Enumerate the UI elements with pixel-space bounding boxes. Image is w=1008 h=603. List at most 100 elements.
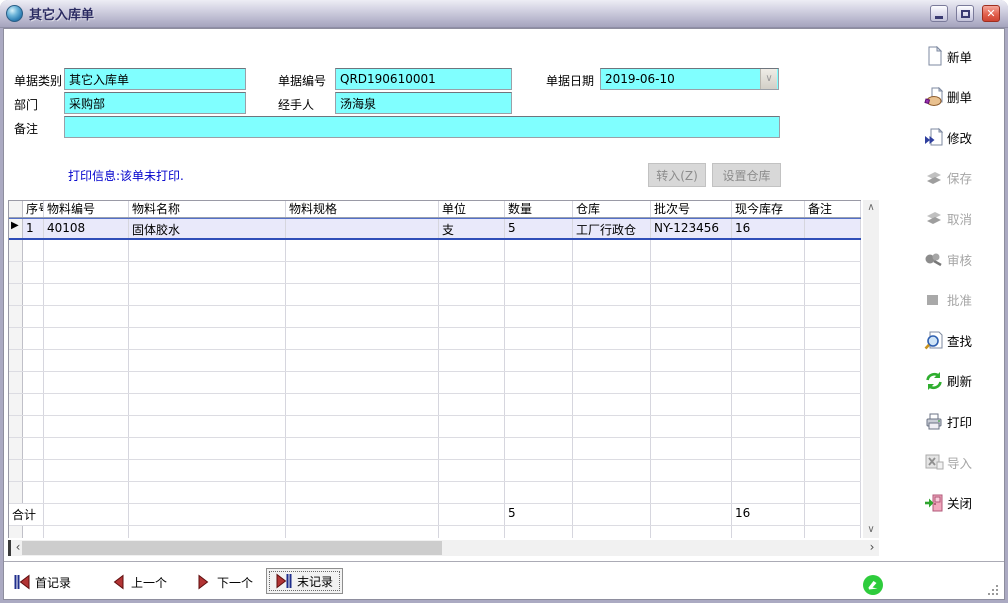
next-record-button[interactable]: 下一个	[196, 572, 253, 592]
close-button[interactable]: ✕	[982, 5, 1000, 22]
empty-table-row[interactable]	[9, 328, 861, 350]
total-label: 合计	[9, 504, 44, 525]
table-cell	[439, 262, 505, 283]
sidebar-button-delete[interactable]: 删单	[924, 83, 1004, 111]
remark-field[interactable]	[64, 116, 780, 138]
table-cell	[651, 394, 732, 415]
column-header: 物料规格	[286, 201, 439, 217]
table-cell	[805, 416, 861, 437]
row-selector[interactable]: ▶	[9, 219, 23, 238]
table-cell	[286, 262, 439, 283]
table-cell	[805, 350, 861, 371]
resize-grip[interactable]	[986, 583, 1000, 597]
titlebar[interactable]: 其它入库单 ✕	[0, 0, 1008, 28]
sidebar-button-cancel: 取消	[924, 204, 1004, 232]
first-record-icon	[14, 574, 30, 590]
table-cell[interactable]: 1	[23, 219, 44, 238]
empty-table-row[interactable]	[9, 438, 861, 460]
edit-doc-icon	[924, 127, 944, 147]
empty-table-row[interactable]	[9, 306, 861, 328]
table-cell	[23, 482, 44, 503]
table-cell[interactable]: NY-123456	[651, 219, 732, 238]
total-cell: 5	[505, 504, 573, 525]
table-cell	[573, 394, 651, 415]
empty-table-row[interactable]	[9, 350, 861, 372]
table-cell[interactable]: 固体胶水	[129, 219, 286, 238]
table-cell	[573, 350, 651, 371]
table-cell[interactable]: 5	[505, 219, 573, 238]
previous-record-icon	[110, 574, 126, 590]
column-header: 仓库	[573, 201, 651, 217]
sidebar-button-close[interactable]: 关闭	[924, 489, 1004, 517]
sidebar-button-find[interactable]: 查找	[924, 326, 1004, 354]
scroll-up-icon[interactable]: ∧	[863, 200, 879, 216]
empty-table-row[interactable]	[9, 394, 861, 416]
doc-no-field[interactable]	[335, 68, 512, 90]
maximize-button[interactable]	[956, 5, 974, 22]
sidebar-button-label: 审核	[947, 250, 972, 269]
table-cell[interactable]: 16	[732, 219, 805, 238]
app-globe-icon	[6, 5, 23, 22]
row-selector	[9, 438, 23, 459]
sidebar-button-approve: 批准	[924, 286, 1004, 314]
table-cell	[439, 460, 505, 481]
empty-table-row[interactable]	[9, 262, 861, 284]
sidebar-button-new[interactable]: 新单	[924, 42, 1004, 70]
empty-table-row[interactable]	[9, 284, 861, 306]
doc-type-field[interactable]	[64, 68, 246, 90]
table-cell[interactable]	[805, 219, 861, 238]
table-cell	[23, 284, 44, 305]
doc-date-field[interactable]: ∨	[600, 68, 779, 90]
table-total-row: 合计 5 16	[9, 504, 861, 526]
audit-icon	[924, 249, 944, 269]
previous-record-button[interactable]: 上一个	[110, 572, 167, 592]
first-record-label: 首记录	[35, 574, 71, 591]
minimize-button[interactable]	[930, 5, 948, 22]
table-cell	[505, 284, 573, 305]
last-record-button[interactable]: 末记录	[266, 568, 343, 594]
scroll-down-icon[interactable]: ∨	[863, 522, 879, 538]
table-cell	[651, 284, 732, 305]
sidebar-button-label: 查找	[947, 331, 972, 350]
table-cell	[129, 262, 286, 283]
first-record-button[interactable]: 首记录	[14, 572, 71, 592]
empty-table-row[interactable]	[9, 416, 861, 438]
hscrollbar-thumb[interactable]	[22, 541, 442, 555]
table-cell[interactable]: 40108	[44, 219, 129, 238]
table-cell	[129, 350, 286, 371]
table-cell	[129, 460, 286, 481]
sidebar-button-print[interactable]: 打印	[924, 407, 1004, 435]
vertical-scrollbar[interactable]: ∧ ∨	[863, 200, 879, 538]
table-cell	[651, 460, 732, 481]
table-cell[interactable]: 工厂行政仓	[573, 219, 651, 238]
doc-date-input[interactable]	[601, 69, 760, 89]
empty-table-row[interactable]	[9, 460, 861, 482]
table-cell	[286, 482, 439, 503]
sidebar-button-modify[interactable]: 修改	[924, 123, 1004, 151]
total-cell: 16	[732, 504, 805, 525]
next-record-label: 下一个	[217, 574, 253, 591]
table-cell	[286, 350, 439, 371]
column-header: 备注	[805, 201, 861, 217]
empty-table-row[interactable]	[9, 482, 861, 504]
table-cell	[129, 240, 286, 261]
chevron-down-icon[interactable]: ∨	[760, 69, 777, 89]
scroll-right-icon[interactable]: ›	[865, 540, 879, 556]
department-field[interactable]	[64, 92, 246, 114]
table-cell	[651, 416, 732, 437]
row-selector	[9, 526, 23, 538]
table-cell[interactable]: 支	[439, 219, 505, 238]
table-cell[interactable]	[286, 219, 439, 238]
table-cell	[732, 372, 805, 393]
table-cell	[23, 262, 44, 283]
close-form-icon	[924, 493, 944, 513]
cancel-icon	[924, 208, 944, 228]
window-title: 其它入库单	[29, 4, 922, 23]
sidebar-button-refresh[interactable]: 刷新	[924, 367, 1004, 395]
empty-table-row[interactable]	[9, 240, 861, 262]
handler-field[interactable]	[335, 92, 512, 114]
horizontal-scrollbar[interactable]: ‹ ›	[8, 540, 879, 556]
table-row[interactable]: ▶140108固体胶水 支5工厂行政仓NY-12345616	[9, 218, 861, 240]
sidebar-button-label: 关闭	[947, 493, 972, 512]
empty-table-row[interactable]	[9, 372, 861, 394]
